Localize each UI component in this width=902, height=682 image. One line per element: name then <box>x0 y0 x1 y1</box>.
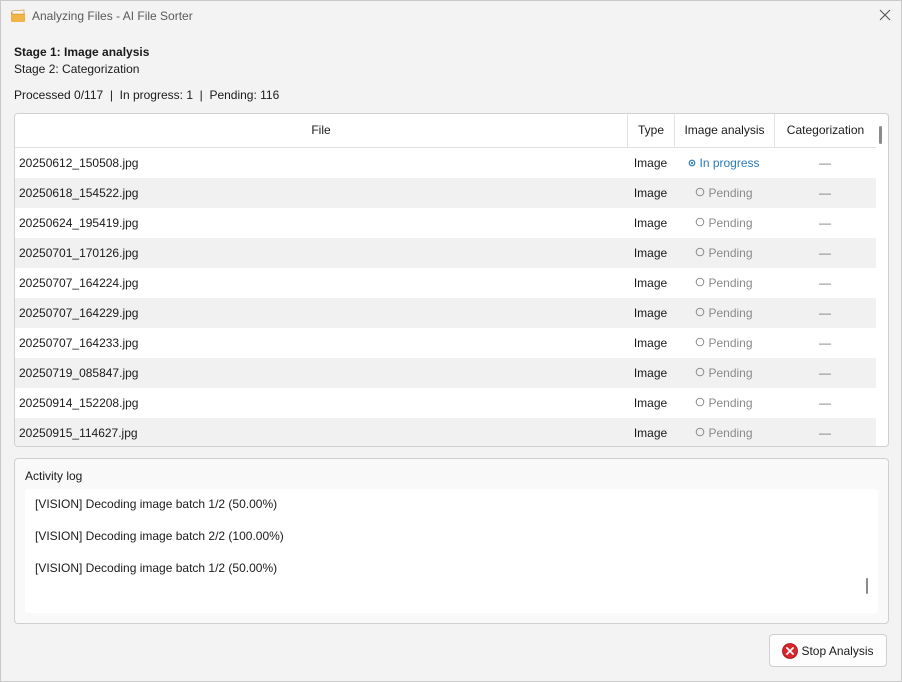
cell-categorization: — <box>819 396 831 410</box>
cell-file: 20250719_085847.jpg <box>19 366 139 380</box>
app-window: Analyzing Files - AI File Sorter Stage 1… <box>0 0 902 682</box>
activity-log-panel: Activity log [VISION] Decoding image bat… <box>14 458 889 624</box>
cell-image-analysis: Pending <box>674 298 774 328</box>
cell-image-analysis: Pending <box>674 358 774 388</box>
cell-file: 20250915_114627.jpg <box>19 426 138 440</box>
table-row[interactable]: 20250914_152208.jpg Image Pending — <box>15 388 876 418</box>
cell-image-analysis: Pending <box>674 268 774 298</box>
cell-image-analysis: Pending <box>674 388 774 418</box>
table-row[interactable]: 20250701_170126.jpg Image Pending — <box>15 238 876 268</box>
image-analysis-status: Pending <box>708 186 753 200</box>
cell-categorization: — <box>819 336 831 350</box>
table-header: File Type Image analysis Categorization <box>15 114 876 148</box>
stop-analysis-button[interactable]: Stop Analysis <box>769 634 887 667</box>
cell-file: 20250618_154522.jpg <box>19 186 139 200</box>
cell-categorization: — <box>819 216 831 230</box>
cell-type: Image <box>633 246 668 260</box>
close-button[interactable] <box>869 1 901 31</box>
cell-categorization: — <box>819 246 831 260</box>
cell-categorization: — <box>819 306 831 320</box>
cell-type: Image <box>633 216 668 230</box>
log-line: [VISION] Decoding image batch 2/2 (100.0… <box>35 529 284 543</box>
cell-type: Image <box>633 426 668 440</box>
cell-image-analysis: In progress <box>674 148 774 178</box>
table-row[interactable]: 20250915_114627.jpg Image Pending — <box>15 418 876 446</box>
cell-type: Image <box>633 336 668 350</box>
activity-log-area: [VISION] Decoding image batch 1/2 (50.00… <box>25 489 878 613</box>
image-analysis-status: Pending <box>708 306 753 320</box>
image-analysis-status: Pending <box>708 336 753 350</box>
table-row[interactable]: 20250618_154522.jpg Image Pending — <box>15 178 876 208</box>
pending-circle-icon <box>695 238 705 268</box>
image-analysis-status: Pending <box>708 276 753 290</box>
table-row[interactable]: 20250612_150508.jpg Image In progress — <box>15 148 876 178</box>
pending-circle-icon <box>695 298 705 328</box>
pending-circle-icon <box>695 178 705 208</box>
stage-1-label: Stage 1: Image analysis <box>14 45 150 59</box>
pending-circle-icon <box>695 268 705 298</box>
cell-image-analysis: Pending <box>674 418 774 446</box>
column-header-image-analysis[interactable]: Image analysis <box>674 114 774 147</box>
image-analysis-status: Pending <box>708 426 753 440</box>
cell-image-analysis: Pending <box>674 238 774 268</box>
image-analysis-status: Pending <box>708 246 753 260</box>
column-header-categorization[interactable]: Categorization <box>774 114 876 147</box>
log-scrollbar[interactable] <box>866 578 868 594</box>
cell-image-analysis: Pending <box>674 208 774 238</box>
cell-image-analysis: Pending <box>674 178 774 208</box>
column-header-type[interactable]: Type <box>627 114 674 147</box>
cell-type: Image <box>633 186 668 200</box>
pending-circle-icon <box>695 208 705 238</box>
cell-file: 20250707_164233.jpg <box>19 336 139 350</box>
cell-categorization: — <box>819 186 831 200</box>
cell-categorization: — <box>819 366 831 380</box>
cell-file: 20250707_164229.jpg <box>19 306 139 320</box>
cell-categorization: — <box>819 276 831 290</box>
window-title: Analyzing Files - AI File Sorter <box>32 9 193 23</box>
cell-file: 20250612_150508.jpg <box>19 156 139 170</box>
table-row[interactable]: 20250624_195419.jpg Image Pending — <box>15 208 876 238</box>
progress-counts: Processed 0/117 | In progress: 1 | Pendi… <box>14 88 280 102</box>
table-row[interactable]: 20250707_164224.jpg Image Pending — <box>15 268 876 298</box>
cell-type: Image <box>633 156 668 170</box>
image-analysis-status: Pending <box>708 396 753 410</box>
close-icon <box>879 9 891 24</box>
stop-analysis-label: Stop Analysis <box>801 643 874 658</box>
pending-circle-icon <box>695 328 705 358</box>
cell-image-analysis: Pending <box>674 328 774 358</box>
cell-categorization: — <box>819 426 831 440</box>
table-row[interactable]: 20250707_164229.jpg Image Pending — <box>15 298 876 328</box>
image-analysis-status: In progress <box>699 156 760 170</box>
activity-log-title: Activity log <box>25 469 83 483</box>
stop-icon <box>782 642 799 659</box>
pending-circle-icon <box>695 388 705 418</box>
cell-file: 20250914_152208.jpg <box>19 396 139 410</box>
image-analysis-status: Pending <box>708 366 753 380</box>
table-scrollbar[interactable] <box>879 126 882 144</box>
cell-file: 20250701_170126.jpg <box>19 246 139 260</box>
log-line: [VISION] Decoding image batch 1/2 (50.00… <box>35 561 278 575</box>
cell-type: Image <box>633 366 668 380</box>
image-analysis-status: Pending <box>708 216 753 230</box>
cell-type: Image <box>633 276 668 290</box>
in-progress-icon <box>688 148 696 178</box>
stage-2-label: Stage 2: Categorization <box>14 62 140 76</box>
log-line: [VISION] Decoding image batch 1/2 (50.00… <box>35 497 278 511</box>
title-bar: Analyzing Files - AI File Sorter <box>1 1 901 31</box>
column-header-file[interactable]: File <box>15 114 627 147</box>
cell-file: 20250707_164224.jpg <box>19 276 139 290</box>
pending-circle-icon <box>695 418 705 446</box>
folder-icon <box>10 8 26 24</box>
table-row[interactable]: 20250719_085847.jpg Image Pending — <box>15 358 876 388</box>
files-table: File Type Image analysis Categorization … <box>14 113 889 447</box>
pending-circle-icon <box>695 358 705 388</box>
cell-type: Image <box>633 396 668 410</box>
table-row[interactable]: 20250707_164233.jpg Image Pending — <box>15 328 876 358</box>
cell-type: Image <box>633 306 668 320</box>
cell-categorization: — <box>819 156 831 170</box>
cell-file: 20250624_195419.jpg <box>19 216 139 230</box>
